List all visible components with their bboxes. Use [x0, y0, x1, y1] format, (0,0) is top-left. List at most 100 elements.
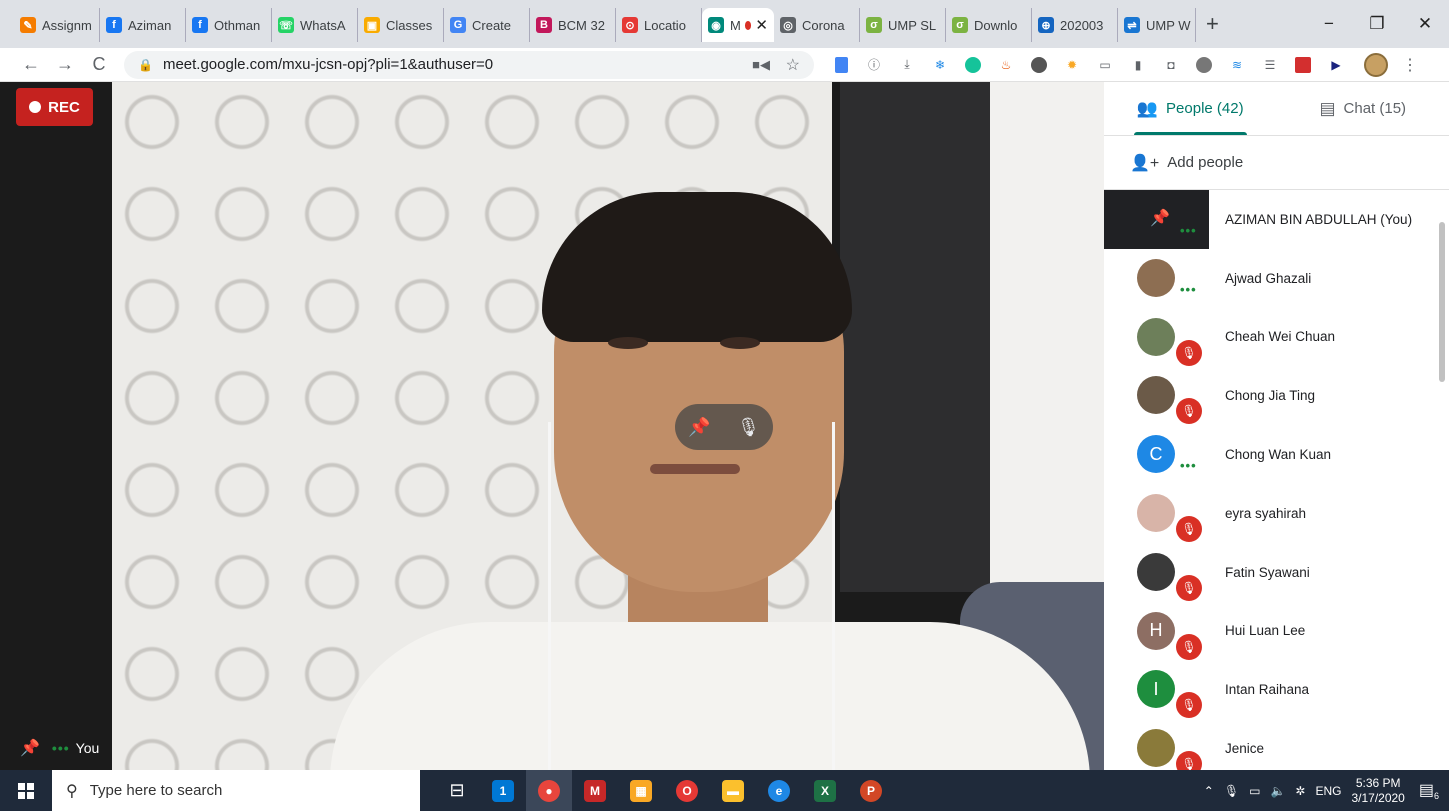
circle-extension-icon[interactable] — [1191, 56, 1217, 74]
maximize-button[interactable]: ❐ — [1353, 14, 1401, 34]
participant-row[interactable]: C ••• Chong Wan Kuan — [1104, 425, 1449, 484]
tab-chat[interactable]: ▤ Chat (15) — [1277, 82, 1449, 135]
participant-row[interactable]: ••• Ajwad Ghazali — [1104, 249, 1449, 308]
microphone-icon[interactable]: 🎙 — [737, 417, 760, 438]
participant-row[interactable]: I 🎙 Intan Raihana — [1104, 660, 1449, 719]
pin-icon[interactable]: 📌 — [1150, 208, 1170, 228]
participant-row[interactable]: 🎙 Chong Jia Ting — [1104, 366, 1449, 425]
tab-title: Create — [472, 17, 512, 33]
tab-people-label: People (42) — [1166, 100, 1244, 117]
meet-icon: ◉ — [708, 17, 724, 33]
chart-app-icon[interactable]: ▦ — [618, 770, 664, 811]
close-window-button[interactable]: ✕ — [1401, 14, 1449, 34]
pin-icon[interactable]: 📌 — [20, 738, 40, 758]
speaking-indicator-icon: ••• — [1180, 458, 1197, 474]
browser-tab[interactable]: B BCM 32 — [530, 8, 616, 42]
mic-muted-icon: 🎙 — [1176, 574, 1202, 601]
camera-extension-icon[interactable]: ◘ — [1158, 56, 1184, 74]
browser-tab[interactable]: G Create — [444, 8, 530, 42]
add-people-button[interactable]: 👤+ Add people — [1104, 136, 1449, 190]
mail-badge: 1 — [492, 779, 514, 802]
participant-row[interactable]: 🎙 Cheah Wei Chuan — [1104, 308, 1449, 367]
participant-row[interactable]: H 🎙 Hui Luan Lee — [1104, 602, 1449, 661]
red-app-icon[interactable]: M — [572, 770, 618, 811]
bookmark-star-icon[interactable]: ☆ — [786, 55, 800, 75]
participant-row[interactable]: 🎙 eyra syahirah — [1104, 484, 1449, 543]
list-extension-icon[interactable]: ☰ — [1257, 56, 1283, 74]
main-video: REC 📌 🎙 📌 ••• You — [0, 82, 1104, 770]
address-bar[interactable]: 🔒 meet.google.com/mxu-jcsn-opj?pli=1&aut… — [124, 50, 814, 79]
start-button[interactable] — [0, 770, 52, 811]
battery-icon[interactable]: ▭ — [1249, 784, 1260, 798]
task-view-icon[interactable]: ⊟ — [434, 770, 480, 811]
tab-title: Assignm — [42, 17, 92, 33]
edge-app-icon[interactable]: e — [756, 770, 802, 811]
participant-name: Hui Luan Lee — [1225, 623, 1306, 639]
mail-app-icon[interactable]: 1 — [480, 770, 526, 811]
cast-extension-icon[interactable]: ▭ — [1092, 56, 1118, 74]
browser-tab[interactable]: ⊙ Locatio — [616, 8, 702, 42]
taskbar-clock[interactable]: 5:36 PM 3/17/2020 — [1351, 776, 1404, 806]
file-explorer-icon[interactable]: ▬ — [710, 770, 756, 811]
opera-app-icon[interactable]: O — [664, 770, 710, 811]
recording-indicator[interactable]: REC — [16, 88, 93, 126]
grammarly-extension-icon[interactable] — [960, 56, 986, 74]
browser-tab[interactable]: ◎ Corona — [774, 8, 860, 42]
browser-tab[interactable]: ✎ Assignm — [14, 8, 100, 42]
dropbox-icon[interactable]: ✲ — [1295, 784, 1305, 798]
pin-icon[interactable]: 📌 — [688, 417, 710, 438]
tab-people[interactable]: 👥 People (42) — [1104, 82, 1277, 135]
new-tab-button[interactable]: + — [1206, 11, 1219, 37]
download-extension-icon[interactable]: ⤓ — [894, 56, 920, 74]
powerpoint-app-icon[interactable]: P — [848, 770, 894, 811]
fire-extension-icon[interactable]: ♨ — [993, 56, 1019, 74]
facebook-icon: f — [106, 17, 122, 33]
excel-app-icon[interactable]: X — [802, 770, 848, 811]
participant-name: Intan Raihana — [1225, 682, 1310, 698]
participant-list-scrollbar[interactable] — [1439, 222, 1445, 382]
earphone-cable — [832, 422, 835, 770]
participant-avatar-area: 📌 ••• — [1104, 190, 1209, 249]
gear-extension-icon[interactable]: ✹ — [1059, 56, 1085, 74]
participant-name: AZIMAN BIN ABDULLAH (You) — [1225, 211, 1413, 227]
taskbar-search[interactable]: ⚲ Type here to search — [52, 770, 420, 811]
microphone-tray-icon[interactable]: 🎙 — [1224, 784, 1239, 798]
rec-label: REC — [48, 98, 80, 116]
record-dot-icon — [29, 101, 42, 113]
close-tab-icon[interactable]: ✕ — [755, 16, 768, 34]
minimize-button[interactable]: − — [1305, 14, 1353, 34]
browser-tab[interactable]: ☏ WhatsA — [272, 8, 358, 42]
add-person-icon: 👤+ — [1130, 154, 1160, 172]
participant-row[interactable]: 📌 ••• AZIMAN BIN ABDULLAH (You) — [1104, 190, 1449, 249]
battery-extension-icon[interactable]: ▮ — [1125, 56, 1151, 74]
browser-tab[interactable]: f Othman — [186, 8, 272, 42]
browser-menu-icon[interactable]: ⋮ — [1402, 55, 1418, 75]
participant-row[interactable]: 🎙 Fatin Syawani — [1104, 543, 1449, 602]
profile-avatar[interactable] — [1364, 52, 1388, 77]
snowflake-extension-icon[interactable]: ❄ — [927, 56, 953, 74]
browser-tab[interactable]: f Aziman — [100, 8, 186, 42]
docs-extension-icon[interactable] — [828, 56, 854, 74]
chevron-up-icon[interactable]: ⌃ — [1204, 784, 1214, 798]
tab-title: UMP SL — [888, 17, 937, 33]
tab-chat-label: Chat (15) — [1343, 100, 1407, 117]
reload-button[interactable]: C — [82, 54, 116, 75]
send-extension-icon[interactable]: ▶ — [1323, 56, 1349, 74]
volume-icon[interactable]: 🔈 — [1270, 784, 1285, 798]
browser-tab[interactable]: ▣ Classes — [358, 8, 444, 42]
off-extension-icon[interactable] — [1290, 56, 1316, 74]
wordpress-extension-icon[interactable] — [1026, 56, 1052, 74]
forward-button[interactable]: → — [48, 54, 82, 75]
info-extension-icon[interactable]: ⓘ — [861, 56, 887, 74]
camera-icon[interactable]: ■◀ — [752, 57, 770, 73]
browser-tab[interactable]: ⇌ UMP W — [1118, 8, 1196, 42]
browser-tab[interactable]: ⊕ 202003 — [1032, 8, 1118, 42]
browser-tab[interactable]: σ UMP SL — [860, 8, 946, 42]
chrome-app-icon[interactable]: ● — [526, 770, 572, 811]
browser-tab[interactable]: σ Downlo — [946, 8, 1032, 42]
browser-tab[interactable]: ◉ M ✕ — [702, 8, 774, 42]
back-button[interactable]: ← — [14, 54, 48, 75]
notification-center-icon[interactable]: ▤6 — [1419, 780, 1439, 801]
layers-extension-icon[interactable]: ≋ — [1224, 56, 1250, 74]
language-indicator[interactable]: ENG — [1315, 784, 1341, 798]
